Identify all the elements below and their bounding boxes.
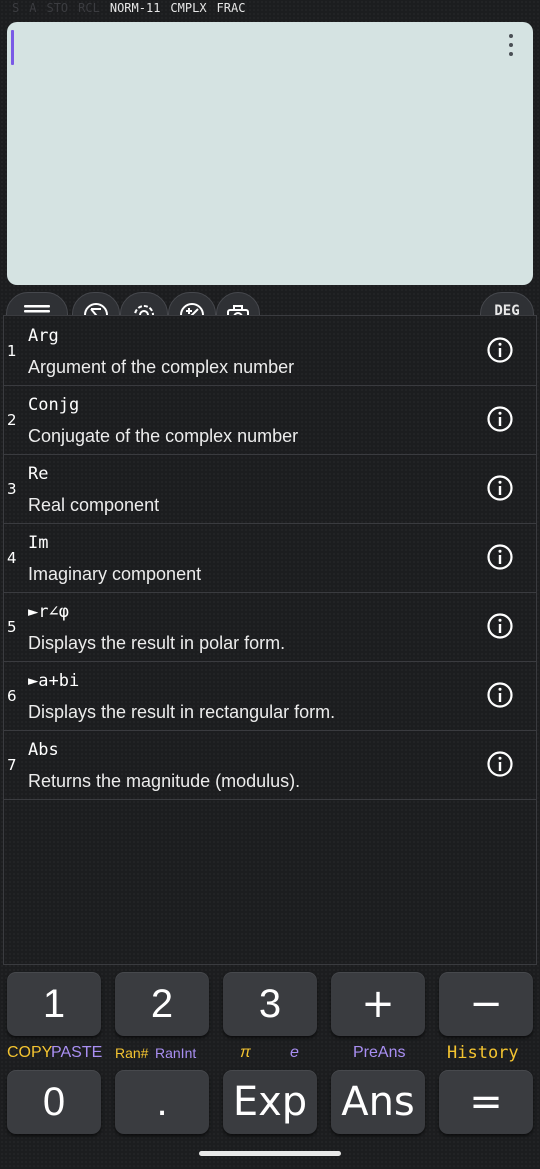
indicator-rcl: RCL (78, 1, 100, 15)
item-number: 4 (7, 549, 17, 567)
menu-button[interactable] (6, 292, 68, 316)
key-plus[interactable]: + (331, 972, 425, 1036)
function-name: Abs (28, 740, 59, 760)
input-cursor (11, 30, 14, 65)
function-description: Displays the result in rectangular form. (28, 702, 336, 722)
indicator-sto: STO (46, 1, 69, 15)
function-description: Imaginary component (28, 564, 202, 584)
pi-label: π (240, 1044, 251, 1061)
preans-label: PreAns (353, 1044, 406, 1061)
key-exp[interactable]: Exp (223, 1070, 317, 1134)
settings-button[interactable] (120, 292, 168, 316)
item-number: 3 (7, 480, 17, 498)
list-item[interactable]: 3 Re Real component (4, 454, 536, 524)
list-item[interactable]: 1 Arg Argument of the complex number (4, 316, 536, 386)
sigma-button[interactable] (72, 292, 120, 316)
item-number: 6 (7, 687, 17, 705)
key-minus[interactable]: − (439, 972, 533, 1036)
info-icon[interactable] (486, 405, 514, 433)
item-number: 5 (7, 618, 17, 636)
sigma-icon (84, 303, 108, 316)
key-0[interactable]: 0 (7, 1070, 101, 1134)
info-icon[interactable] (486, 681, 514, 709)
key-1[interactable]: 1 (7, 972, 101, 1036)
function-name: ►r∠φ (28, 602, 69, 622)
function-name: Re (28, 464, 49, 484)
copy-label: COPY (7, 1044, 53, 1061)
list-item[interactable]: 6 ►a+bi Displays the result in rectangul… (4, 661, 536, 731)
more-options-icon[interactable] (506, 34, 516, 56)
function-description: Argument of the complex number (28, 357, 295, 377)
indicator-alpha: A (29, 1, 37, 15)
menu-icon (24, 305, 50, 316)
key-3[interactable]: 3 (223, 972, 317, 1036)
angle-mode-button[interactable]: DEG (480, 292, 534, 316)
list-item[interactable]: 4 Im Imaginary component (4, 523, 536, 593)
key-ans[interactable]: Ans (331, 1070, 425, 1134)
toolbar: DEG (0, 292, 540, 316)
function-description: Returns the magnitude (modulus). (28, 771, 301, 791)
info-icon[interactable] (486, 543, 514, 571)
info-icon[interactable] (486, 612, 514, 640)
history-label: History (447, 1043, 519, 1063)
list-item[interactable]: 2 Conjg Conjugate of the complex number (4, 385, 536, 455)
camera-icon (227, 305, 249, 316)
info-icon[interactable] (486, 336, 514, 364)
home-indicator[interactable] (199, 1151, 341, 1156)
info-icon[interactable] (486, 474, 514, 502)
indicator-frac: FRAC (216, 1, 246, 15)
key-equals[interactable]: = (439, 1070, 533, 1134)
function-list: 1 Arg Argument of the complex number 2 C… (3, 315, 537, 965)
calculator-display[interactable] (7, 22, 533, 285)
function-description: Displays the result in polar form. (28, 633, 286, 653)
info-icon[interactable] (486, 750, 514, 778)
indicator-norm: NORM-11 (109, 1, 161, 15)
function-name: Im (28, 533, 49, 553)
indicator-cmplx: CMPLX (170, 1, 207, 15)
key-2[interactable]: 2 (115, 972, 209, 1036)
ranint-label: RanInt (155, 1045, 197, 1061)
status-indicators: S A STO RCL NORM-11 CMPLX FRAC (12, 0, 245, 16)
plus-minus-icon (180, 303, 204, 316)
settings-icon (134, 305, 154, 316)
e-label: e (290, 1044, 299, 1061)
ran-label: Ran# (115, 1045, 149, 1061)
item-number: 2 (7, 411, 17, 429)
plus-minus-button[interactable] (168, 292, 216, 316)
function-name: ►a+bi (28, 671, 80, 691)
indicator-shift: S (12, 1, 20, 15)
list-item[interactable]: 7 Abs Returns the magnitude (modulus). (4, 730, 536, 800)
paste-label: PASTE (51, 1044, 103, 1061)
item-number: 1 (7, 342, 17, 360)
list-item[interactable]: 5 ►r∠φ Displays the result in polar form… (4, 592, 536, 662)
function-name: Arg (28, 326, 59, 346)
key-decimal[interactable]: . (115, 1070, 209, 1134)
function-name: Conjg (28, 395, 80, 415)
function-description: Real component (28, 495, 160, 515)
function-description: Conjugate of the complex number (28, 426, 299, 446)
camera-button[interactable] (216, 292, 260, 316)
item-number: 7 (7, 756, 17, 774)
